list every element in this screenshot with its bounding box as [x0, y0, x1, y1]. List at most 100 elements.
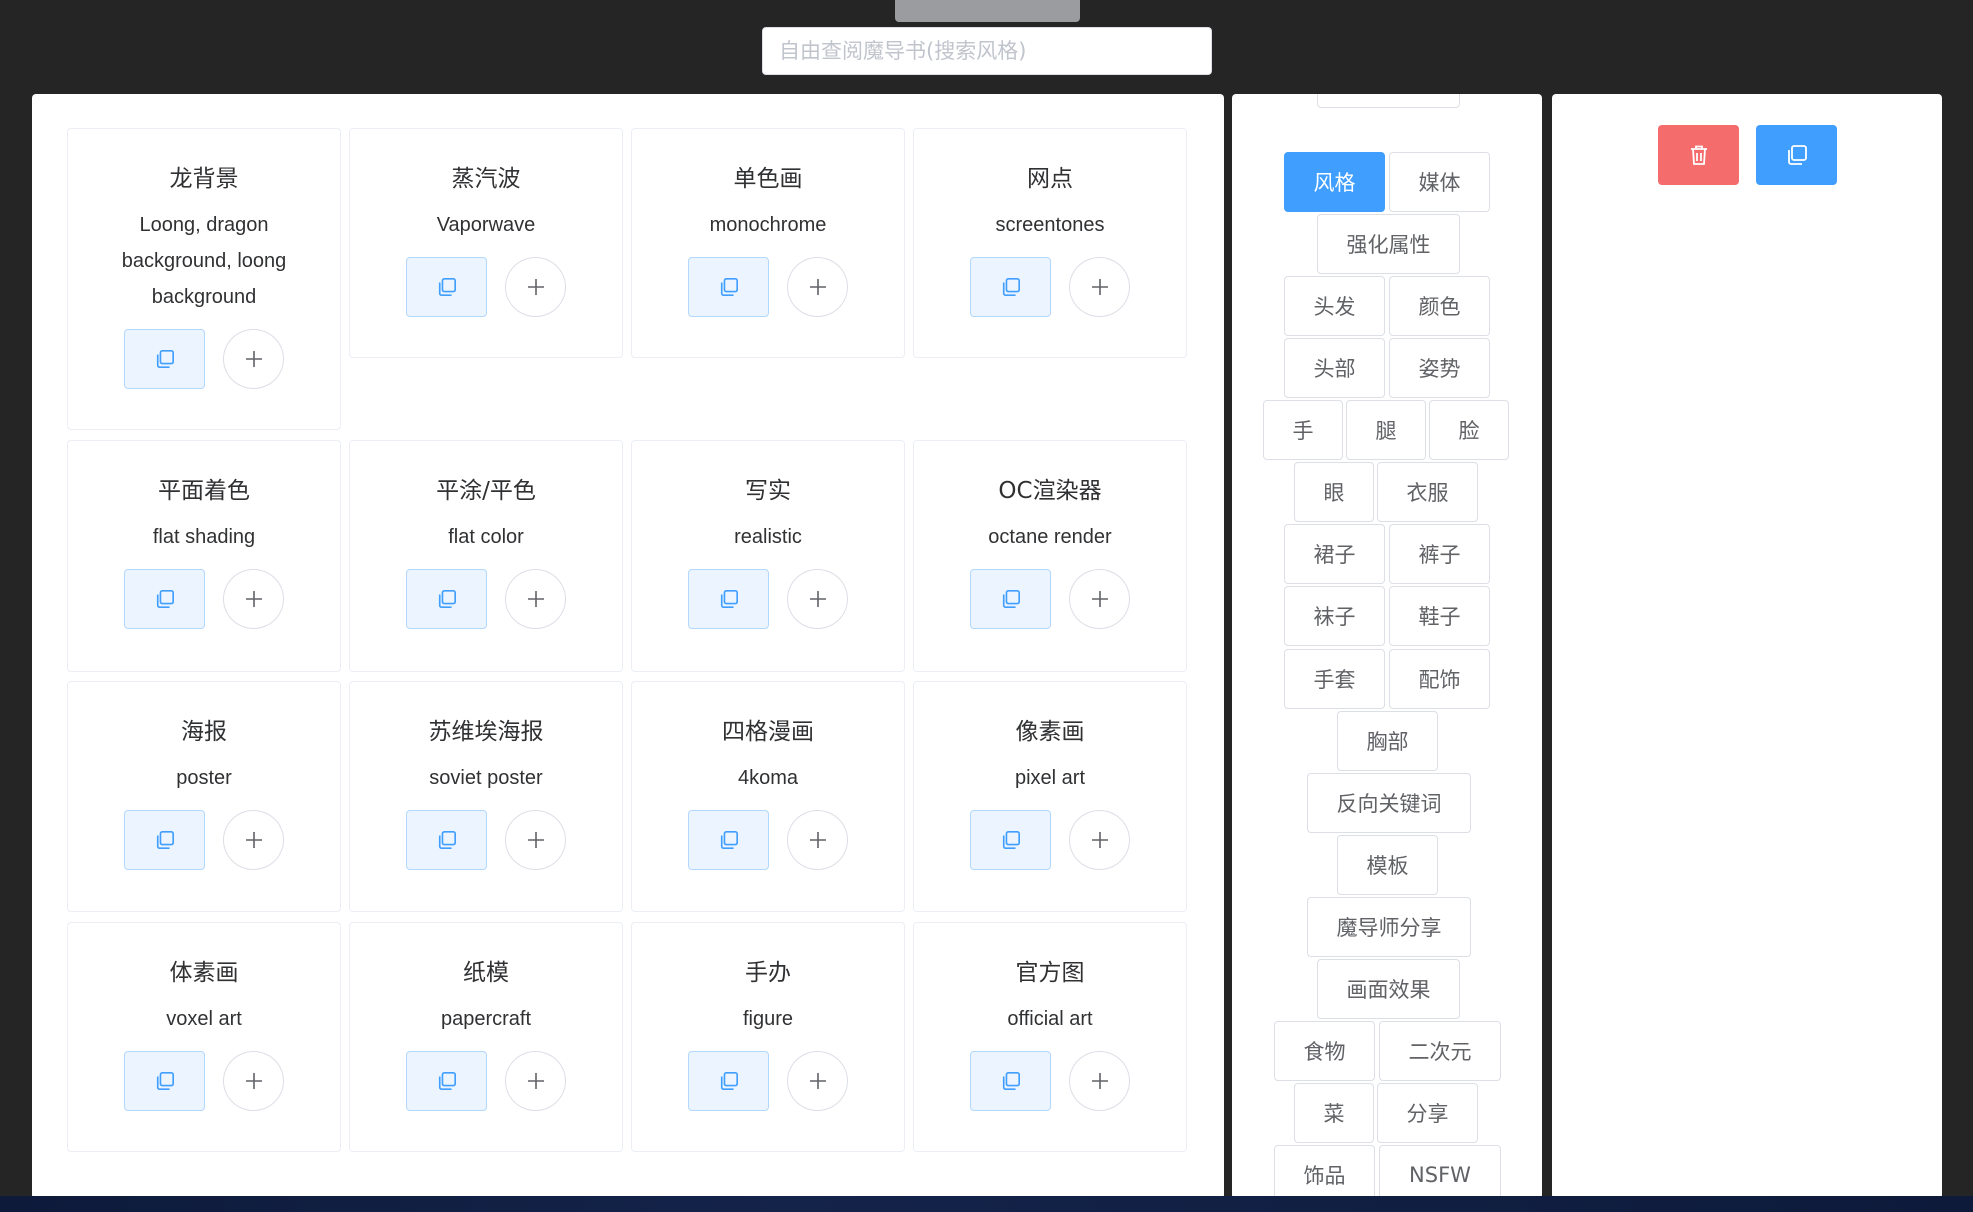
plus-icon	[809, 1073, 826, 1089]
category-tag[interactable]: 反向关键词	[1307, 773, 1471, 833]
category-tag[interactable]: 裤子	[1389, 524, 1490, 584]
category-panel: 背景建筑风格媒体强化属性头发颜色头部姿势手腿脸眼衣服裙子裤子袜子鞋子手套配饰胸部…	[1232, 94, 1542, 1199]
category-tag[interactable]: 姿势	[1389, 338, 1490, 398]
add-button[interactable]	[787, 569, 848, 629]
category-tag[interactable]: 袜子	[1284, 586, 1385, 646]
copy-button[interactable]	[970, 1051, 1051, 1111]
add-button[interactable]	[505, 257, 566, 317]
category-tag[interactable]: NSFW	[1379, 1145, 1501, 1199]
copy-button[interactable]	[970, 569, 1051, 629]
card-actions	[350, 569, 622, 629]
card-english-prompt: 4koma	[737, 767, 799, 789]
category-tag[interactable]: 衣服	[1377, 462, 1478, 522]
copy-button[interactable]	[406, 810, 487, 870]
plus-icon	[527, 279, 544, 295]
category-tag[interactable]: 二次元	[1379, 1021, 1501, 1081]
category-tag[interactable]: 颜色	[1389, 276, 1490, 336]
card-actions	[68, 1051, 340, 1111]
copy-icon	[1002, 831, 1020, 849]
prompt-card: 苏维埃海报 soviet poster	[349, 681, 623, 912]
add-button[interactable]	[505, 810, 566, 870]
category-tag[interactable]: 手	[1263, 400, 1343, 460]
top-action-button[interactable]	[895, 0, 1080, 22]
copy-button[interactable]	[688, 257, 769, 317]
copy-icon	[156, 831, 174, 849]
copy-button[interactable]	[124, 329, 205, 389]
plus-icon	[809, 591, 826, 607]
card-title: 苏维埃海报	[428, 719, 544, 745]
category-tag[interactable]: 头发	[1284, 276, 1385, 336]
copy-button[interactable]	[688, 569, 769, 629]
category-tag[interactable]: 手套	[1284, 649, 1385, 709]
card-english-prompt: poster	[176, 767, 232, 789]
copy-all-button[interactable]	[1756, 125, 1837, 185]
category-tag[interactable]: 模板	[1337, 835, 1438, 895]
card-english-prompt: figure	[742, 1008, 794, 1030]
card-actions	[632, 569, 904, 629]
category-tag[interactable]: 画面效果	[1317, 959, 1460, 1019]
copy-button[interactable]	[688, 810, 769, 870]
category-tag[interactable]: 背景建筑	[1317, 94, 1460, 108]
copy-icon	[720, 590, 738, 608]
add-button[interactable]	[1069, 1051, 1130, 1111]
card-title: 平涂/平色	[436, 478, 536, 504]
category-tag[interactable]: 食物	[1274, 1021, 1375, 1081]
add-button[interactable]	[505, 569, 566, 629]
category-tag[interactable]: 强化属性	[1317, 214, 1460, 274]
category-tag[interactable]: 腿	[1346, 400, 1426, 460]
card-title: 手办	[745, 960, 791, 986]
card-title: 写实	[745, 478, 791, 504]
add-button[interactable]	[505, 1051, 566, 1111]
category-tag[interactable]: 裙子	[1284, 524, 1385, 584]
category-tag[interactable]: 菜	[1294, 1083, 1374, 1143]
prompt-card: 海报 poster	[67, 681, 341, 912]
copy-button[interactable]	[688, 1051, 769, 1111]
category-tag[interactable]: 脸	[1429, 400, 1509, 460]
card-actions	[632, 257, 904, 317]
copy-button[interactable]	[124, 1051, 205, 1111]
add-button[interactable]	[223, 329, 284, 389]
card-actions	[68, 569, 340, 629]
add-button[interactable]	[1069, 257, 1130, 317]
delete-button[interactable]	[1658, 125, 1739, 185]
category-tag[interactable]: 鞋子	[1389, 586, 1490, 646]
add-button[interactable]	[223, 810, 284, 870]
copy-button[interactable]	[406, 569, 487, 629]
prompt-card: 网点 screentones	[913, 128, 1187, 358]
category-tag[interactable]: 头部	[1284, 338, 1385, 398]
copy-button[interactable]	[406, 257, 487, 317]
add-button[interactable]	[787, 1051, 848, 1111]
prompt-card: 四格漫画 4koma	[631, 681, 905, 912]
card-english-prompt: soviet poster	[429, 767, 543, 789]
copy-button[interactable]	[124, 569, 205, 629]
add-button[interactable]	[223, 569, 284, 629]
copy-icon	[720, 831, 738, 849]
add-button[interactable]	[1069, 569, 1130, 629]
style-search-input[interactable]	[762, 27, 1212, 75]
copy-button[interactable]	[970, 257, 1051, 317]
copy-icon	[438, 1072, 456, 1090]
plus-icon	[527, 591, 544, 607]
card-english-prompt: octane render	[988, 526, 1112, 548]
copy-button[interactable]	[406, 1051, 487, 1111]
category-tag[interactable]: 媒体	[1389, 152, 1490, 212]
category-tag[interactable]: 分享	[1377, 1083, 1478, 1143]
category-tag[interactable]: 魔导师分享	[1307, 897, 1471, 957]
card-english-prompt: flat shading	[152, 526, 256, 548]
add-button[interactable]	[1069, 810, 1130, 870]
card-english-prompt: papercraft	[440, 1008, 532, 1030]
category-tag[interactable]: 眼	[1294, 462, 1374, 522]
prompt-card: 蒸汽波 Vaporwave	[349, 128, 623, 358]
add-button[interactable]	[787, 257, 848, 317]
category-tag[interactable]: 胸部	[1337, 711, 1438, 771]
card-english-prompt: screentones	[995, 214, 1105, 236]
copy-button[interactable]	[970, 810, 1051, 870]
category-tag[interactable]: 配饰	[1389, 649, 1490, 709]
category-tag[interactable]: 风格	[1284, 152, 1385, 212]
copy-button[interactable]	[124, 810, 205, 870]
add-button[interactable]	[223, 1051, 284, 1111]
card-title: 蒸汽波	[451, 166, 521, 192]
category-tag[interactable]: 饰品	[1274, 1145, 1375, 1199]
add-button[interactable]	[787, 810, 848, 870]
plus-icon	[809, 832, 826, 848]
